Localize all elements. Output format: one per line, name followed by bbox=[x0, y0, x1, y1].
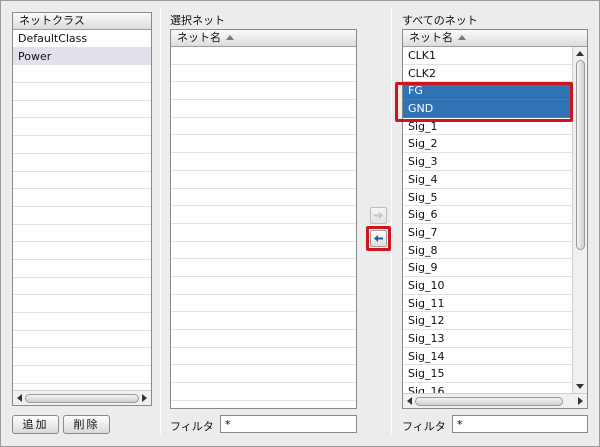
scroll-up-icon[interactable] bbox=[576, 51, 584, 56]
list-item[interactable] bbox=[13, 172, 151, 190]
scroll-right-icon[interactable] bbox=[578, 397, 583, 405]
list-item[interactable] bbox=[13, 242, 151, 260]
scroll-left-icon[interactable] bbox=[17, 394, 22, 402]
list-item[interactable] bbox=[171, 65, 356, 83]
net-class-header[interactable]: ネットクラス bbox=[13, 13, 151, 30]
list-item[interactable] bbox=[13, 101, 151, 119]
selected-nets-list[interactable]: ネット名 bbox=[170, 29, 357, 409]
arrow-left-icon bbox=[374, 235, 383, 242]
sort-ascending-icon bbox=[226, 35, 234, 40]
list-item[interactable]: Sig_9 bbox=[403, 259, 572, 277]
list-item[interactable] bbox=[171, 330, 356, 348]
list-item[interactable]: Sig_8 bbox=[403, 242, 572, 260]
list-item[interactable] bbox=[171, 206, 356, 224]
list-item[interactable]: Sig_3 bbox=[403, 153, 572, 171]
list-item[interactable] bbox=[13, 65, 151, 84]
net-class-list[interactable]: ネットクラス DefaultClass Power bbox=[12, 12, 152, 406]
list-item[interactable] bbox=[171, 82, 356, 101]
list-item[interactable] bbox=[171, 135, 356, 154]
list-item[interactable] bbox=[13, 366, 151, 384]
list-item[interactable] bbox=[13, 295, 151, 313]
list-item[interactable] bbox=[171, 47, 356, 65]
all-nets-header-label: ネット名 bbox=[409, 31, 453, 44]
right-separator bbox=[391, 8, 392, 436]
list-item[interactable]: Sig_11 bbox=[403, 295, 572, 313]
list-item[interactable] bbox=[13, 260, 151, 278]
all-nets-header[interactable]: ネット名 bbox=[403, 30, 587, 47]
list-item[interactable]: Sig_10 bbox=[403, 277, 572, 295]
list-item[interactable] bbox=[171, 171, 356, 189]
list-item[interactable]: CLK1 bbox=[403, 47, 572, 65]
list-item[interactable] bbox=[13, 331, 151, 349]
list-item[interactable] bbox=[171, 153, 356, 171]
list-item[interactable] bbox=[171, 118, 356, 136]
delete-button[interactable]: 削除 bbox=[63, 415, 110, 434]
list-item[interactable]: Sig_13 bbox=[403, 330, 572, 348]
list-item[interactable] bbox=[171, 100, 356, 118]
list-item[interactable]: Sig_7 bbox=[403, 224, 572, 242]
all-nets-vscrollbar[interactable] bbox=[572, 47, 587, 393]
list-item[interactable] bbox=[171, 312, 356, 330]
selected-nets-header-label: ネット名 bbox=[177, 31, 221, 44]
list-item[interactable] bbox=[13, 83, 151, 101]
list-item[interactable] bbox=[171, 348, 356, 366]
selected-filter-label: フィルタ bbox=[170, 420, 214, 433]
all-nets-hscroll-thumb[interactable] bbox=[415, 397, 563, 406]
net-class-header-label: ネットクラス bbox=[19, 14, 85, 27]
move-right-button[interactable] bbox=[370, 207, 387, 224]
list-item[interactable] bbox=[171, 365, 356, 384]
list-item[interactable] bbox=[171, 295, 356, 313]
list-item[interactable] bbox=[13, 278, 151, 296]
arrow-right-icon bbox=[374, 212, 383, 219]
list-item[interactable] bbox=[171, 259, 356, 277]
scroll-right-icon[interactable] bbox=[142, 394, 147, 402]
sort-ascending-icon bbox=[458, 35, 466, 40]
list-item[interactable] bbox=[13, 348, 151, 367]
list-item[interactable]: Sig_2 bbox=[403, 135, 572, 154]
list-item[interactable] bbox=[171, 242, 356, 260]
list-item[interactable] bbox=[171, 189, 356, 207]
all-nets-vscroll-thumb[interactable] bbox=[576, 60, 585, 250]
list-item[interactable] bbox=[171, 277, 356, 295]
list-item[interactable] bbox=[13, 136, 151, 154]
all-filter-input[interactable] bbox=[452, 415, 588, 433]
selected-nets-rows bbox=[171, 47, 356, 408]
list-item[interactable]: Sig_6 bbox=[403, 206, 572, 224]
list-item[interactable] bbox=[171, 401, 356, 408]
scroll-left-icon[interactable] bbox=[407, 397, 412, 405]
list-item[interactable]: Sig_15 bbox=[403, 365, 572, 384]
list-item[interactable]: Sig_5 bbox=[403, 189, 572, 207]
left-separator bbox=[160, 8, 161, 436]
list-item[interactable] bbox=[171, 224, 356, 242]
list-item[interactable]: CLK2 bbox=[403, 65, 572, 83]
list-item[interactable] bbox=[13, 225, 151, 243]
list-item[interactable] bbox=[13, 118, 151, 137]
all-filter-label: フィルタ bbox=[402, 420, 446, 433]
scroll-down-icon[interactable] bbox=[576, 384, 584, 389]
add-button[interactable]: 追加 bbox=[12, 415, 59, 434]
list-item[interactable]: Sig_12 bbox=[403, 312, 572, 330]
list-item[interactable] bbox=[171, 383, 356, 401]
net-class-hscrollbar[interactable] bbox=[13, 390, 151, 405]
all-nets-hscrollbar[interactable] bbox=[403, 393, 587, 408]
list-item[interactable]: Sig_14 bbox=[403, 348, 572, 366]
net-class-hscroll-thumb[interactable] bbox=[25, 394, 139, 403]
list-item[interactable] bbox=[13, 207, 151, 225]
selected-filter-input[interactable] bbox=[220, 415, 357, 433]
net-class-rows: DefaultClass Power bbox=[13, 30, 151, 405]
all-nets-title: すべてのネット bbox=[402, 14, 478, 27]
move-left-button[interactable] bbox=[370, 230, 387, 247]
list-item[interactable]: DefaultClass bbox=[13, 30, 151, 48]
selected-nets-header[interactable]: ネット名 bbox=[171, 30, 356, 47]
list-item[interactable] bbox=[13, 189, 151, 207]
selected-nets-title: 選択ネット bbox=[170, 14, 225, 27]
list-item[interactable]: Sig_4 bbox=[403, 171, 572, 189]
selection-highlight-box bbox=[395, 82, 573, 122]
list-item[interactable]: Power bbox=[13, 47, 151, 66]
list-item[interactable] bbox=[13, 154, 151, 172]
list-item[interactable] bbox=[13, 313, 151, 331]
